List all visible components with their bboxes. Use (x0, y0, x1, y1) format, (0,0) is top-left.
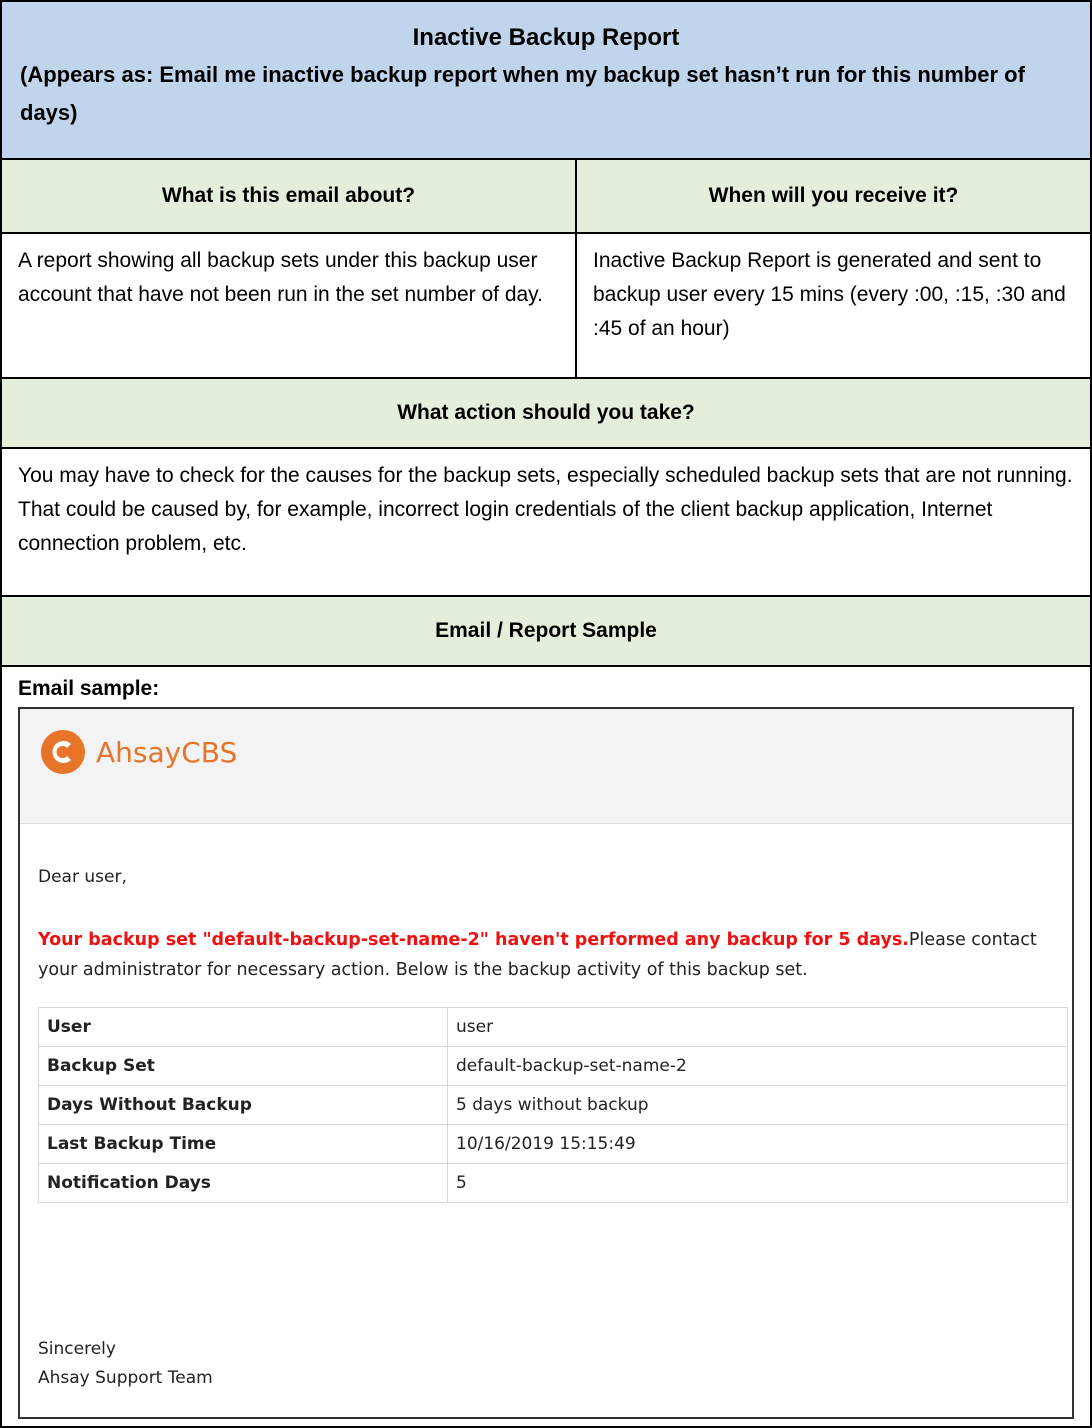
row-value: 5 (447, 1163, 1068, 1203)
report-title: Inactive Backup Report (412, 24, 680, 51)
table-row: Notification Days 5 (38, 1163, 1068, 1203)
document: Inactive Backup Report (Appears as: Emai… (0, 0, 1092, 1428)
ahsay-logo: AhsayCBS (40, 729, 237, 775)
action-header: What action should you take? (0, 377, 1092, 447)
table-row: Days Without Backup 5 days without backup (38, 1085, 1068, 1125)
email-sample-label: Email sample: (18, 677, 160, 700)
row-key: Last Backup Time (38, 1124, 448, 1164)
row-key: Backup Set (38, 1046, 448, 1086)
alert-text: Your backup set "default-backup-set-name… (38, 930, 909, 950)
row-value: user (447, 1007, 1068, 1047)
table-row: User user (38, 1007, 1068, 1047)
row-value: default-backup-set-name-2 (447, 1046, 1068, 1086)
about-text: A report showing all backup sets under t… (2, 234, 577, 377)
signature: Sincerely Ahsay Support Team (38, 1335, 213, 1393)
when-text: Inactive Backup Report is generated and … (593, 249, 1066, 340)
table-row: Backup Set default-backup-set-name-2 (38, 1046, 1068, 1086)
sample-section: Email sample: AhsayCBS Dear user, Your b… (0, 665, 1092, 1428)
row-key: User (38, 1007, 448, 1047)
sign-line-2: Ahsay Support Team (38, 1368, 213, 1388)
sign-line-1: Sincerely (38, 1339, 116, 1359)
email-sample: AhsayCBS Dear user, Your backup set "def… (18, 707, 1074, 1419)
row-key: Notification Days (38, 1163, 448, 1203)
column-contents: A report showing all backup sets under t… (0, 232, 1092, 377)
logo-text: AhsayCBS (96, 735, 238, 769)
sample-header: Email / Report Sample (0, 595, 1092, 665)
email-header: AhsayCBS (20, 709, 1072, 824)
appears-as-text: (Appears as: Email me inactive backup re… (20, 62, 1025, 125)
when-header: When will you receive it? (708, 184, 959, 207)
row-key: Days Without Backup (38, 1085, 448, 1125)
email-message: Your backup set "default-backup-set-name… (38, 925, 1058, 985)
ahsay-c-logo-icon (41, 730, 85, 774)
row-value: 10/16/2019 15:15:49 (447, 1124, 1068, 1164)
about-header: What is this email about? (2, 160, 577, 232)
backup-activity-table: User user Backup Set default-backup-set-nam… (38, 1007, 1068, 1203)
table-row: Last Backup Time 10/16/2019 15:15:49 (38, 1124, 1068, 1164)
title-section: Inactive Backup Report (Appears as: Emai… (0, 0, 1092, 158)
column-headers: What is this email about? When will you … (0, 158, 1092, 232)
row-value: 5 days without backup (447, 1085, 1068, 1125)
action-text: You may have to check for the causes for… (0, 447, 1092, 595)
greeting: Dear user, (38, 867, 127, 887)
